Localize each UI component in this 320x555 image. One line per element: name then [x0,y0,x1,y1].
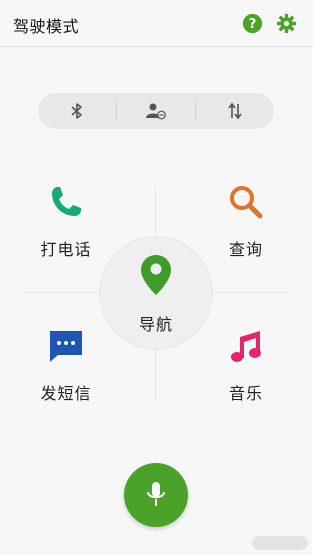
svg-text:?: ? [249,17,257,32]
message-icon [50,331,82,362]
navigation-label: 导航 [138,315,173,334]
quick-toggle-bar [38,93,274,129]
call-label: 打电话 [40,240,92,259]
navigation-button[interactable]: 导航 [100,237,212,349]
help-icon[interactable]: ? [242,13,263,34]
bluetooth-icon [71,103,82,119]
music-label: 音乐 [228,384,263,403]
music-tile[interactable]: 音乐 [198,328,294,404]
data-transfer-toggle[interactable] [196,93,274,129]
search-label: 查询 [228,240,263,259]
contact-block-icon [146,103,166,120]
search-icon [230,186,263,219]
search-tile[interactable]: 查询 [198,184,294,260]
call-tile[interactable]: 打电话 [18,184,114,260]
watermark [252,536,308,550]
bluetooth-toggle[interactable] [38,93,116,129]
microphone-icon [147,482,165,506]
voice-input-button[interactable] [124,463,188,527]
gear-icon[interactable] [276,13,297,34]
sms-tile[interactable]: 发短信 [18,328,114,404]
contact-block-toggle[interactable] [117,93,195,129]
phone-icon [52,187,81,216]
location-pin-icon [141,255,171,295]
app-header: 驾驶模式 ? [0,0,312,47]
sms-label: 发短信 [40,384,92,403]
data-transfer-icon [228,102,242,120]
page-title: 驾驶模式 [13,17,80,36]
music-note-icon [231,331,261,362]
